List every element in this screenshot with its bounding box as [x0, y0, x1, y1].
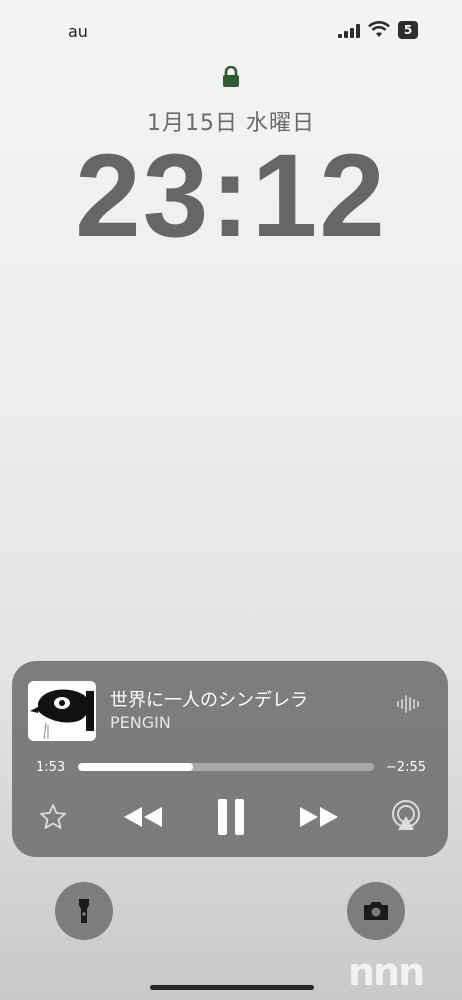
flashlight-button[interactable] — [55, 882, 113, 940]
flashlight-icon — [79, 899, 89, 923]
penguin-artwork — [28, 681, 96, 741]
airplay-icon[interactable] — [390, 799, 422, 833]
wifi-icon — [368, 21, 390, 37]
album-art[interactable] — [28, 681, 96, 741]
remaining-time: −2:55 — [385, 760, 426, 775]
playback-progress-fill — [78, 763, 194, 771]
pause-icon[interactable] — [216, 797, 246, 837]
watermark-logo: nnn — [348, 950, 425, 994]
star-icon[interactable] — [38, 802, 68, 832]
battery-icon: 5 — [398, 21, 418, 39]
camera-icon — [364, 902, 388, 920]
rewind-icon[interactable] — [120, 802, 164, 832]
artist-name: PENGIN — [110, 713, 171, 732]
signal-icon — [338, 24, 360, 38]
status-bar: au 5 — [0, 0, 462, 60]
now-playing-widget[interactable]: 世界に一人のシンデレラ PENGIN 1:53 −2:55 — [12, 661, 448, 857]
fast-forward-icon[interactable] — [298, 802, 342, 832]
song-title: 世界に一人のシンデレラ — [110, 690, 308, 711]
carrier-label: au — [68, 22, 88, 41]
playback-progress-bar[interactable] — [78, 763, 374, 771]
elapsed-time: 1:53 — [36, 760, 66, 775]
audio-wave-icon — [397, 695, 419, 713]
lock-time: 23:12 — [75, 130, 387, 262]
lock-icon — [223, 66, 239, 87]
camera-button[interactable] — [347, 882, 405, 940]
home-indicator[interactable] — [150, 985, 314, 990]
